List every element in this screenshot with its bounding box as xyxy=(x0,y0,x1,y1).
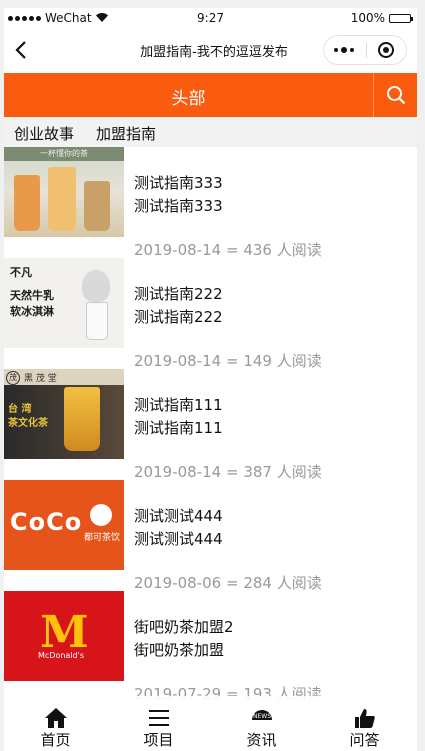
article-subtitle: 测试测试444 xyxy=(134,530,223,548)
thumb-brand-text: 都可茶饮 xyxy=(84,533,121,543)
search-button[interactable] xyxy=(373,73,417,117)
article-meta: 2019-08-14 = 387 人阅读 xyxy=(134,461,322,482)
article-thumbnail: 不凡 天然牛乳 软冰淇淋 xyxy=(4,258,124,348)
thumb-text: 台 湾 茶文化茶 xyxy=(8,404,48,429)
tea-glass-shape xyxy=(64,387,100,451)
tab-home-label: 首页 xyxy=(40,731,71,749)
article-date: 2019-08-14 xyxy=(134,241,222,259)
article-date: 2019-08-14 xyxy=(134,463,222,481)
thumb-top-band xyxy=(4,369,124,385)
view-count: 284 xyxy=(243,574,272,592)
list-item[interactable]: 不凡 天然牛乳 软冰淇淋 测试指南222 测试指南222 2019-08-14 … xyxy=(4,258,417,371)
view-count: 387 xyxy=(243,463,272,481)
thumb-brand-text: 黑 茂 堂 xyxy=(24,374,57,384)
nav-bar: 加盟指南-我不的逗逗发布 xyxy=(4,28,417,73)
view-suffix: 人阅读 xyxy=(276,352,322,370)
meta-separator: = xyxy=(225,574,239,592)
tab-projects[interactable]: 项目 xyxy=(107,696,210,751)
home-icon xyxy=(45,708,67,728)
article-title: 测试指南111 xyxy=(134,396,223,414)
nav-title: 加盟指南-我不的逗逗发布 xyxy=(140,45,288,60)
svg-text:NEWS: NEWS xyxy=(253,713,271,720)
thumb-brand-text: 不凡 xyxy=(10,266,32,279)
article-thumbnail: 茂 黑 茂 堂 台 湾 茶文化茶 xyxy=(4,369,124,459)
meta-separator: = xyxy=(225,463,239,481)
close-target-icon[interactable] xyxy=(378,42,394,58)
battery-percent: 100% xyxy=(350,11,385,25)
list-item[interactable]: 茂 黑 茂 堂 台 湾 茶文化茶 测试指南111 测试指南111 2019-08… xyxy=(4,369,417,482)
article-title: 测试测试444 xyxy=(134,507,223,525)
list-item[interactable]: CoCo 都可茶饮 测试测试444 测试测试444 2019-08-06 = 2… xyxy=(4,480,417,593)
tab-qa-label: 问答 xyxy=(349,731,380,749)
thumb-banner-text: 一杯懂你的茶 xyxy=(4,147,124,161)
coco-face-icon xyxy=(90,504,112,526)
menu-icon xyxy=(149,710,169,726)
view-suffix: 人阅读 xyxy=(276,463,322,481)
article-thumbnail: CoCo 都可茶饮 xyxy=(4,480,124,570)
category-tabs: 创业故事 加盟指南 xyxy=(4,117,417,147)
article-subtitle: 测试指南222 xyxy=(134,308,223,326)
article-title: 街吧奶茶加盟2 xyxy=(134,618,234,636)
thumb-logo-text: CoCo xyxy=(10,508,83,536)
tab-franchise-guide[interactable]: 加盟指南 xyxy=(96,123,156,144)
article-meta: 2019-08-14 = 149 人阅读 xyxy=(134,350,322,371)
article-title: 测试指南333 xyxy=(134,174,223,192)
cup-shape xyxy=(84,181,110,231)
article-date: 2019-08-14 xyxy=(134,352,222,370)
page-header: 头部 xyxy=(4,73,417,117)
article-subtitle: 街吧奶茶加盟 xyxy=(134,641,225,659)
tab-projects-label: 项目 xyxy=(143,731,174,749)
tab-home[interactable]: 首页 xyxy=(4,696,107,751)
article-meta: 2019-08-06 = 284 人阅读 xyxy=(134,572,322,593)
tab-startup-story[interactable]: 创业故事 xyxy=(14,123,74,144)
thumb-text: 天然牛乳 软冰淇淋 xyxy=(10,289,54,318)
back-button[interactable] xyxy=(12,40,32,60)
search-icon xyxy=(387,86,406,105)
status-bar: WeChat 9:27 100% xyxy=(4,8,417,28)
more-button[interactable] xyxy=(334,47,354,53)
view-suffix: 人阅读 xyxy=(276,574,322,592)
article-date: 2019-08-06 xyxy=(134,574,222,592)
ice-cream-shape xyxy=(82,270,110,302)
article-subtitle: 测试指南111 xyxy=(134,419,223,437)
tab-news-label: 资讯 xyxy=(246,731,277,749)
view-suffix: 人阅读 xyxy=(276,241,322,259)
header-title: 头部 xyxy=(171,89,206,109)
article-thumbnail: 一杯懂你的茶 xyxy=(4,147,124,237)
seal-icon: 茂 xyxy=(6,371,20,385)
capsule-divider xyxy=(366,43,367,58)
tab-qa[interactable]: 问答 xyxy=(313,696,416,751)
battery-icon xyxy=(389,13,413,23)
list-item[interactable]: M McDonald's 街吧奶茶加盟2 街吧奶茶加盟 2019-07-29 =… xyxy=(4,591,417,703)
bottom-tab-bar: 首页 项目 NEWS 资讯 问答 xyxy=(4,696,417,751)
phone-frame: WeChat 9:27 100% 加盟指南-我不的逗逗发布 头部 创业故事 加盟… xyxy=(4,8,417,751)
battery-info: 100% xyxy=(350,11,413,25)
cup-shape xyxy=(14,175,40,231)
cup-shape xyxy=(86,302,108,340)
thumbs-up-icon xyxy=(355,709,375,728)
tab-news[interactable]: NEWS 资讯 xyxy=(210,696,313,751)
article-subtitle: 测试指南333 xyxy=(134,197,223,215)
meta-separator: = xyxy=(225,241,239,259)
chevron-left-icon xyxy=(15,41,26,59)
article-thumbnail: M McDonald's xyxy=(4,591,124,681)
mini-program-capsule xyxy=(323,35,407,65)
list-item[interactable]: 一杯懂你的茶 测试指南333 测试指南333 2019-08-14 = 436 … xyxy=(4,147,417,260)
article-title: 测试指南222 xyxy=(134,285,223,303)
thumb-brand-text: McDonald's xyxy=(38,651,84,660)
meta-separator: = xyxy=(225,352,239,370)
news-icon: NEWS xyxy=(252,710,272,720)
cup-shape xyxy=(48,167,76,231)
view-count: 436 xyxy=(243,241,272,259)
view-count: 149 xyxy=(243,352,272,370)
article-meta: 2019-08-14 = 436 人阅读 xyxy=(134,239,322,260)
